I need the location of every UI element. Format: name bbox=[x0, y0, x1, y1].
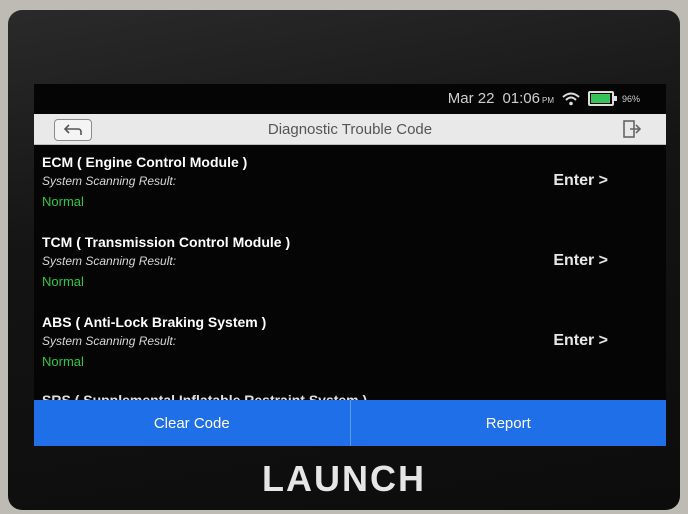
module-status: Normal bbox=[42, 354, 84, 369]
module-status: Normal bbox=[42, 194, 84, 209]
battery-percent: 96% bbox=[621, 93, 640, 104]
status-date: Mar 22 bbox=[447, 90, 495, 107]
exit-icon bbox=[623, 120, 642, 138]
device-screen: Mar 22 01:06 PM 96% Diagnostic Trouble Co… bbox=[34, 84, 666, 446]
status-right: Mar 22 01:06 PM 96% bbox=[448, 90, 640, 107]
status-bar: Mar 22 01:06 PM 96% bbox=[34, 84, 666, 112]
module-name: TCM ( Transmission Control Module ) bbox=[42, 234, 291, 250]
module-scan-label: System Scanning Result: bbox=[42, 334, 177, 348]
module-scan-label: System Scanning Result: bbox=[42, 254, 177, 268]
module-scan-label: System Scanning Result: bbox=[42, 174, 177, 188]
status-time: 01:06 bbox=[502, 90, 540, 107]
module-item-ecm[interactable]: ECM ( Engine Control Module ) System Sca… bbox=[34, 146, 666, 226]
enter-button[interactable]: Enter > bbox=[553, 252, 608, 270]
exit-button[interactable] bbox=[618, 118, 646, 140]
battery-icon bbox=[587, 91, 617, 106]
brand-logo: LAUNCH bbox=[262, 458, 426, 499]
page-title: Diagnostic Trouble Code bbox=[267, 121, 433, 138]
module-list: ECM ( Engine Control Module ) System Sca… bbox=[34, 146, 666, 408]
module-name: ECM ( Engine Control Module ) bbox=[42, 154, 248, 170]
enter-button[interactable]: Enter > bbox=[553, 172, 608, 190]
module-status: Normal bbox=[42, 274, 84, 289]
title-bar: Diagnostic Trouble Code bbox=[34, 114, 666, 145]
report-button[interactable]: Report bbox=[349, 400, 667, 446]
wifi-icon bbox=[562, 92, 580, 105]
clear-code-button[interactable]: Clear Code bbox=[34, 400, 350, 446]
module-item-tcm[interactable]: TCM ( Transmission Control Module ) Syst… bbox=[34, 226, 666, 306]
module-name: ABS ( Anti-Lock Braking System ) bbox=[42, 314, 267, 330]
status-time-group: 01:06 PM bbox=[502, 90, 554, 107]
bottom-action-bar: Clear Code Report bbox=[34, 400, 666, 446]
module-item-abs[interactable]: ABS ( Anti-Lock Braking System ) System … bbox=[34, 306, 666, 386]
status-ampm: PM bbox=[541, 96, 554, 105]
enter-button[interactable]: Enter > bbox=[553, 332, 608, 350]
